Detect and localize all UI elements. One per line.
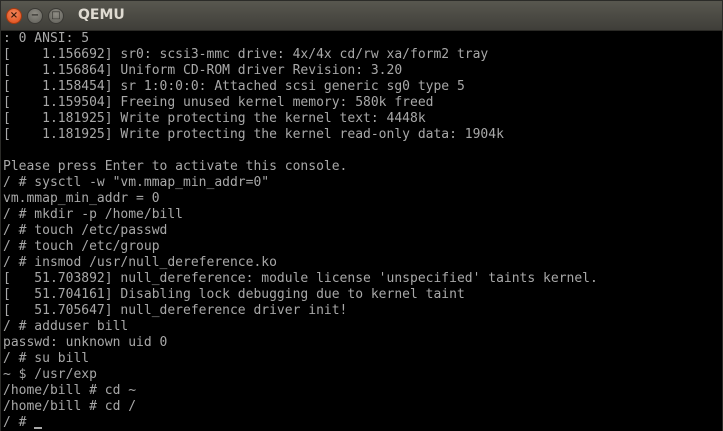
terminal-line: /home/bill # cd ~ — [3, 383, 137, 398]
maximize-button[interactable]: □ — [48, 8, 64, 24]
terminal-line: [ 1.156864] Uniform CD-ROM driver Revisi… — [3, 63, 403, 78]
title-bar[interactable]: × − □ QEMU — [1, 1, 722, 31]
terminal-line: : 0 ANSI: 5 — [3, 31, 90, 46]
qemu-window: × − □ QEMU : 0 ANSI: 5[ 1.156692] sr0: s… — [0, 0, 723, 431]
terminal-line: [ 51.703892] null_dereference: module li… — [3, 271, 598, 286]
close-button[interactable]: × — [6, 8, 22, 24]
terminal-line: [ 1.158454] sr 1:0:0:0: Attached scsi ge… — [3, 79, 465, 94]
terminal-line: [ 51.705647] null_dereference driver ini… — [3, 303, 348, 318]
terminal-line: / # — [1, 415, 722, 431]
terminal-line: vm.mmap_min_addr = 0 — [3, 191, 160, 206]
terminal-line: / # touch /etc/group — [3, 239, 160, 254]
terminal-line: [ 1.156692] sr0: scsi3-mmc drive: 4x/4x … — [3, 47, 489, 62]
text-cursor — [34, 427, 43, 429]
terminal-line: [ 1.181925] Write protecting the kernel … — [3, 127, 504, 142]
terminal-line: Please press Enter to activate this cons… — [3, 159, 348, 174]
window-title: QEMU — [78, 7, 125, 23]
terminal-screen[interactable]: : 0 ANSI: 5[ 1.156692] sr0: scsi3-mmc dr… — [1, 31, 722, 431]
terminal-line: [ 51.704161] Disabling lock debugging du… — [3, 287, 465, 302]
terminal-line: /home/bill # cd / — [3, 399, 137, 414]
terminal-line: / # mkdir -p /home/bill — [3, 207, 184, 222]
terminal-line: passwd: unknown uid 0 — [3, 335, 168, 350]
terminal-line: ~ $ /usr/exp — [3, 367, 97, 382]
terminal-line: / # sysctl -w "vm.mmap_min_addr=0" — [3, 175, 270, 190]
terminal-line: [ 1.159504] Freeing unused kernel memory… — [3, 95, 434, 110]
terminal-line: / # su bill — [3, 351, 90, 366]
terminal-line: / # insmod /usr/null_dereference.ko — [3, 255, 277, 270]
terminal-line: / # touch /etc/passwd — [3, 223, 168, 238]
minimize-button[interactable]: − — [27, 8, 43, 24]
terminal-line: / # adduser bill — [3, 319, 129, 334]
terminal-line: [ 1.181925] Write protecting the kernel … — [3, 111, 426, 126]
